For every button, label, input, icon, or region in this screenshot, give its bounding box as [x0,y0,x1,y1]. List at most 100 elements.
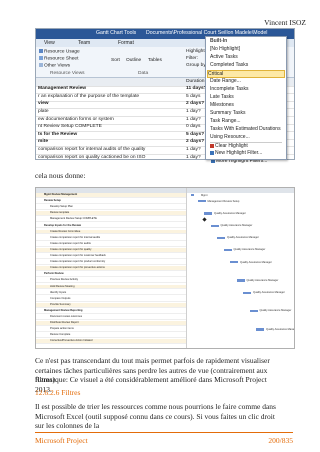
table-row[interactable]: Management Review Setup COMPLETE [36,217,186,223]
other-views-button[interactable]: Other Views [39,63,70,68]
task-name: Review template [50,211,70,215]
milestone-marker[interactable] [202,217,207,223]
task-name: Develop Setup Plan [50,205,73,209]
dropdown-item[interactable]: Date Range... [210,78,241,84]
other-views-label: Other Views [44,63,71,69]
gantt-bar[interactable] [204,212,212,215]
clear-highlight-item[interactable]: Clear Highlight [210,143,248,149]
gantt-bar-label: Quality Assurance Manager [227,236,259,240]
dropdown-item[interactable]: Late Tasks [210,94,234,100]
dropdown-item[interactable]: Incomplete Tasks [210,86,249,92]
gantt-bar[interactable] [256,328,264,331]
clear-highlight-icon [210,143,214,148]
highlight-dropdown-menu: Built-In [No Highlight] Active Tasks Com… [205,36,287,160]
task-name: Provide Summary [50,302,71,306]
task-name: Develop Inputs for the Review [44,223,82,227]
tab-view[interactable]: View [44,40,55,46]
gantt-bar-label: Mgmt [201,193,208,197]
task-name: Create comparison report for quality [50,247,92,251]
paragraph-3: Il est possible de trier les ressources … [35,402,276,431]
gantt-bar[interactable] [223,248,232,252]
dropdown-item[interactable]: Completed Tasks [210,62,248,68]
new-highlight-filter-item[interactable]: New Highlight Filter... [210,150,262,156]
table-row[interactable]: Corrective/Preventive Action Initiated [36,339,186,345]
gantt-bar[interactable] [236,279,245,282]
table-row[interactable]: Compare Outputs [36,297,186,302]
gantt-bar-label: Quality Assurance Manager [266,327,295,331]
task-name: Corrective/Preventive Action Initiated [50,339,93,343]
gantt-bar[interactable] [249,309,258,313]
gantt-bar-label: Quality Assurance Manager [233,248,266,252]
task-name: Prepare action items [50,327,74,331]
table-row[interactable]: Review Complete [36,333,186,339]
task-name: Identify Inputs [50,290,67,294]
resource-usage-button[interactable]: Resource Usage [39,49,80,54]
table-row[interactable]: Identify Inputs [36,291,186,296]
table-row[interactable]: Create comparison report for product con… [36,260,186,265]
table-row[interactable]: Prepare action items [36,327,186,333]
task-name: Create comparison report for audits [50,241,91,245]
resource-usage-label: Resource Usage [44,49,80,55]
task-name: Management Review Reporting [44,308,83,312]
gantt-bar-label: Quality Assurance Manager [214,211,246,215]
footer-rule [35,432,293,433]
task-name: Distribute Review Report [50,321,79,325]
gantt-bar[interactable] [210,224,219,227]
dropdown-item[interactable]: Milestones [210,102,234,108]
dropdown-item[interactable]: Tasks With Estimated Durations [210,126,281,132]
gantt-bar[interactable] [197,200,206,203]
dropdown-item[interactable]: Active Tasks [210,54,238,60]
task-name: Hold Review Meeting [50,284,75,288]
table-row[interactable]: Mgmt Review Management [36,193,186,198]
task-name: Create comparison report for product con… [50,260,106,264]
sort-button[interactable]: Sort [111,58,120,63]
table-row[interactable]: Create comparison report for customer fe… [36,254,186,259]
duration-header: Duration [186,78,205,84]
task-name: Mgmt Review Management [44,193,78,196]
tables-button[interactable]: Tables [148,58,162,63]
task-name: Create comparison report for internal au… [50,235,101,239]
table-row[interactable]: Document review outcomes [36,315,186,320]
table-row[interactable]: Management Review Reporting [36,309,186,314]
tab-format[interactable]: Format [118,40,134,46]
table-row[interactable]: Provide Summary [36,302,186,308]
task-name: Create comparison report for customer fe… [50,254,106,257]
table-row[interactable]: Develop Inputs for the Review [36,224,186,229]
highlight-label: Highlight: [186,49,206,54]
outline-button[interactable]: Outline [126,58,141,63]
task-name: Review Complete [50,333,71,337]
page-header-author: Vincent ISOZ [264,18,306,27]
gantt-bar[interactable] [217,236,225,240]
gantt-bar[interactable] [243,291,251,294]
table-row[interactable]: Review template [36,211,186,217]
dropdown-item[interactable]: Summary Tasks [210,110,245,116]
task-name: Compare Outputs [50,296,71,300]
gantt-chart-area: Mgmt Management Review Setup Quality Assur… [186,188,295,348]
gantt-bar-label: Quality Assurance Manager [220,224,253,227]
table-row[interactable]: Review Setup [36,199,186,204]
dropdown-item[interactable]: Using Resource... [210,134,250,140]
filter-label: Filter: [186,56,198,61]
dropdown-section-builtin: Built-In [210,38,228,44]
dropdown-item[interactable]: Task Range... [210,118,241,124]
dropdown-item-selected[interactable]: Critical [207,70,285,78]
footer-page-number: 200/835 [268,436,293,445]
table-row[interactable]: Develop Setup Plan [36,205,186,211]
gantt-bar[interactable] [230,261,238,264]
section-heading: 12.6.2.6 Filtres [35,388,81,397]
table-row[interactable]: Create comparison report for preventive … [36,266,186,272]
table-row[interactable]: Create Review Committee [36,229,186,235]
resource-sheet-button[interactable]: Resource Sheet [39,56,78,61]
table-row[interactable]: Distribute Review Report [36,321,186,326]
gantt-bar[interactable] [191,194,194,197]
table-row[interactable]: Create comparison report for audits [36,242,186,247]
table-row[interactable]: Previous Review Activity [36,278,186,284]
dropdown-item[interactable]: [No Highlight] [210,46,240,52]
table-row[interactable]: Hold Review Meeting [36,284,186,290]
task-name: Document review outcomes [50,315,83,318]
task-name: Create Review Committee [50,229,81,233]
table-row[interactable]: Create comparison report for quality [36,247,186,253]
table-row[interactable]: Create comparison report for internal au… [36,236,186,241]
tab-team[interactable]: Team [78,40,90,46]
table-row[interactable]: Perform Review [36,272,186,278]
